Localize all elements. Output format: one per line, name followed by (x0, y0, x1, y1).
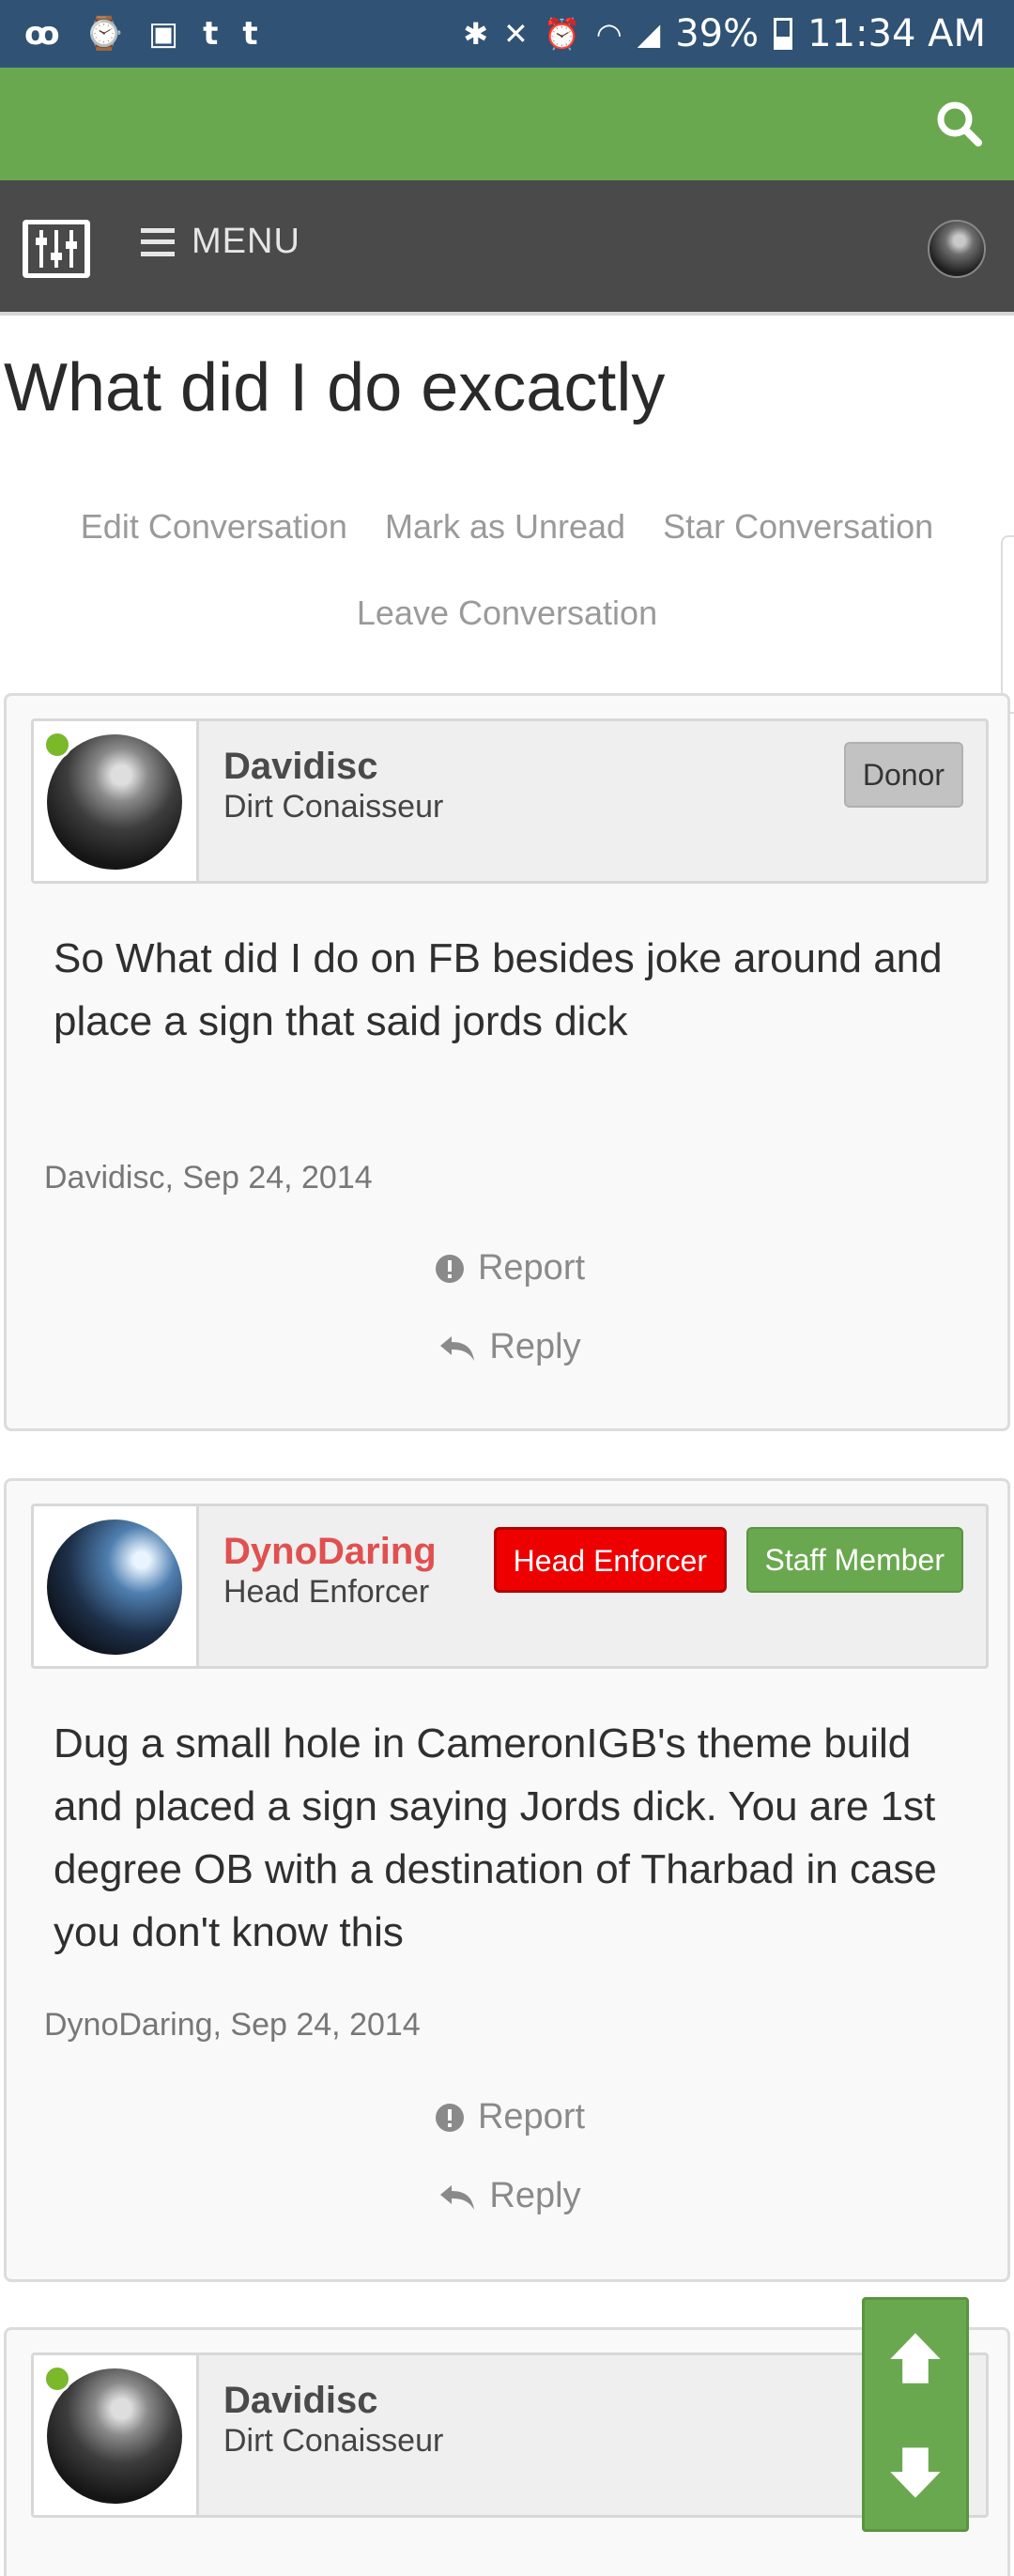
image-icon: ▣ (147, 15, 179, 53)
page-title: What did I do excactly (4, 350, 666, 425)
arrow-down-icon (890, 2447, 941, 2498)
side-drawer-handle[interactable] (1001, 535, 1014, 714)
reply-icon (440, 2184, 475, 2210)
conversation-actions: Edit Conversation Mark as Unread Star Co… (0, 507, 1014, 633)
report-link[interactable]: Report (7, 2097, 1013, 2137)
arrow-up-icon (890, 2333, 941, 2383)
user-avatar[interactable] (928, 220, 986, 278)
scroll-top-button[interactable] (865, 2307, 966, 2411)
scroll-controls (862, 2297, 969, 2532)
message-user-info: Davidisc Dirt Conaisseur Donor (31, 718, 989, 884)
menu-label: MENU (192, 222, 300, 261)
user-title: Dirt Conaisseur (223, 789, 444, 825)
tumblr-icon: t (242, 15, 258, 53)
avatar-frame (34, 1506, 199, 1666)
message-body: Dug a small hole in CameronIGB's theme b… (54, 1720, 937, 1955)
watch-icon: ⌚ (84, 15, 124, 53)
wifi-icon: ◠ (595, 16, 622, 52)
staff-member-badge: Staff Member (745, 1527, 963, 1593)
username[interactable]: DynoDaring (223, 1531, 437, 1573)
message-body: So What did I do on FB besides joke arou… (54, 935, 943, 1044)
reply-label: Reply (489, 1327, 581, 1366)
reply-label: Reply (489, 2176, 581, 2215)
site-header (0, 68, 1014, 180)
message: Davidisc Dirt Conaisseur D (4, 2327, 1010, 2576)
report-label: Report (477, 2097, 586, 2136)
status-right: ✱ ✕ ⏰ ◠ ◢ 39% 11:34 AM (463, 12, 986, 55)
report-label: Report (477, 1248, 586, 1288)
avatar-frame (34, 721, 199, 881)
battery-icon (774, 18, 793, 50)
battery-percent: 39% (675, 12, 760, 55)
equalizer-logo-icon (28, 224, 84, 273)
message: Davidisc Dirt Conaisseur Donor So What d… (4, 693, 1010, 1431)
scroll-bottom-button[interactable] (865, 2422, 966, 2525)
warning-icon (435, 2103, 464, 2132)
search-icon (937, 101, 982, 147)
warning-icon (435, 1254, 464, 1283)
message-user-info: DynoDaring Head Enforcer Head Enforcer S… (31, 1504, 989, 1669)
alarm-icon: ⏰ (543, 16, 581, 52)
star-conversation-link[interactable]: Star Conversation (663, 507, 933, 547)
online-indicator (43, 2365, 71, 2393)
reply-icon (440, 1335, 475, 1361)
mute-icon: ✕ (503, 16, 529, 52)
voicemail-icon: ꝏ (24, 15, 60, 53)
bluetooth-icon: ✱ (463, 16, 489, 52)
message-meta[interactable]: DynoDaring, Sep 24, 2014 (44, 2007, 421, 2044)
edit-conversation-link[interactable]: Edit Conversation (81, 507, 347, 547)
reply-link[interactable]: Reply (7, 2176, 1013, 2216)
status-left-icons: ꝏ ⌚ ▣ t t (24, 15, 258, 53)
username[interactable]: Davidisc (223, 2380, 378, 2422)
nav-bar: MENU (0, 180, 1014, 316)
clock: 11:34 AM (807, 12, 986, 55)
username[interactable]: Davidisc (223, 746, 378, 788)
donor-badge: Donor (843, 742, 963, 808)
head-enforcer-badge: Head Enforcer (493, 1527, 727, 1593)
avatar-frame (34, 2355, 199, 2515)
mark-unread-link[interactable]: Mark as Unread (385, 507, 625, 547)
user-title: Dirt Conaisseur (223, 2423, 444, 2459)
avatar[interactable] (47, 1519, 182, 1655)
report-link[interactable]: Report (7, 1248, 1013, 1288)
hamburger-icon (141, 227, 175, 256)
signal-icon: ◢ (637, 16, 661, 52)
tumblr-icon: t (203, 15, 219, 53)
reply-link[interactable]: Reply (7, 1327, 1013, 1367)
search-button[interactable] (931, 96, 988, 152)
message-meta[interactable]: Davidisc, Sep 24, 2014 (44, 1160, 373, 1196)
leave-conversation-link[interactable]: Leave Conversation (357, 594, 657, 633)
user-title: Head Enforcer (223, 1574, 430, 1610)
status-bar: ꝏ ⌚ ▣ t t ✱ ✕ ⏰ ◠ ◢ 39% 11:34 AM (0, 0, 1014, 68)
message-user-info: Davidisc Dirt Conaisseur D (31, 2352, 989, 2518)
message: DynoDaring Head Enforcer Head Enforcer S… (4, 1478, 1010, 2282)
menu-button[interactable]: MENU (141, 222, 300, 262)
online-indicator (43, 731, 71, 759)
site-logo[interactable] (23, 220, 90, 278)
